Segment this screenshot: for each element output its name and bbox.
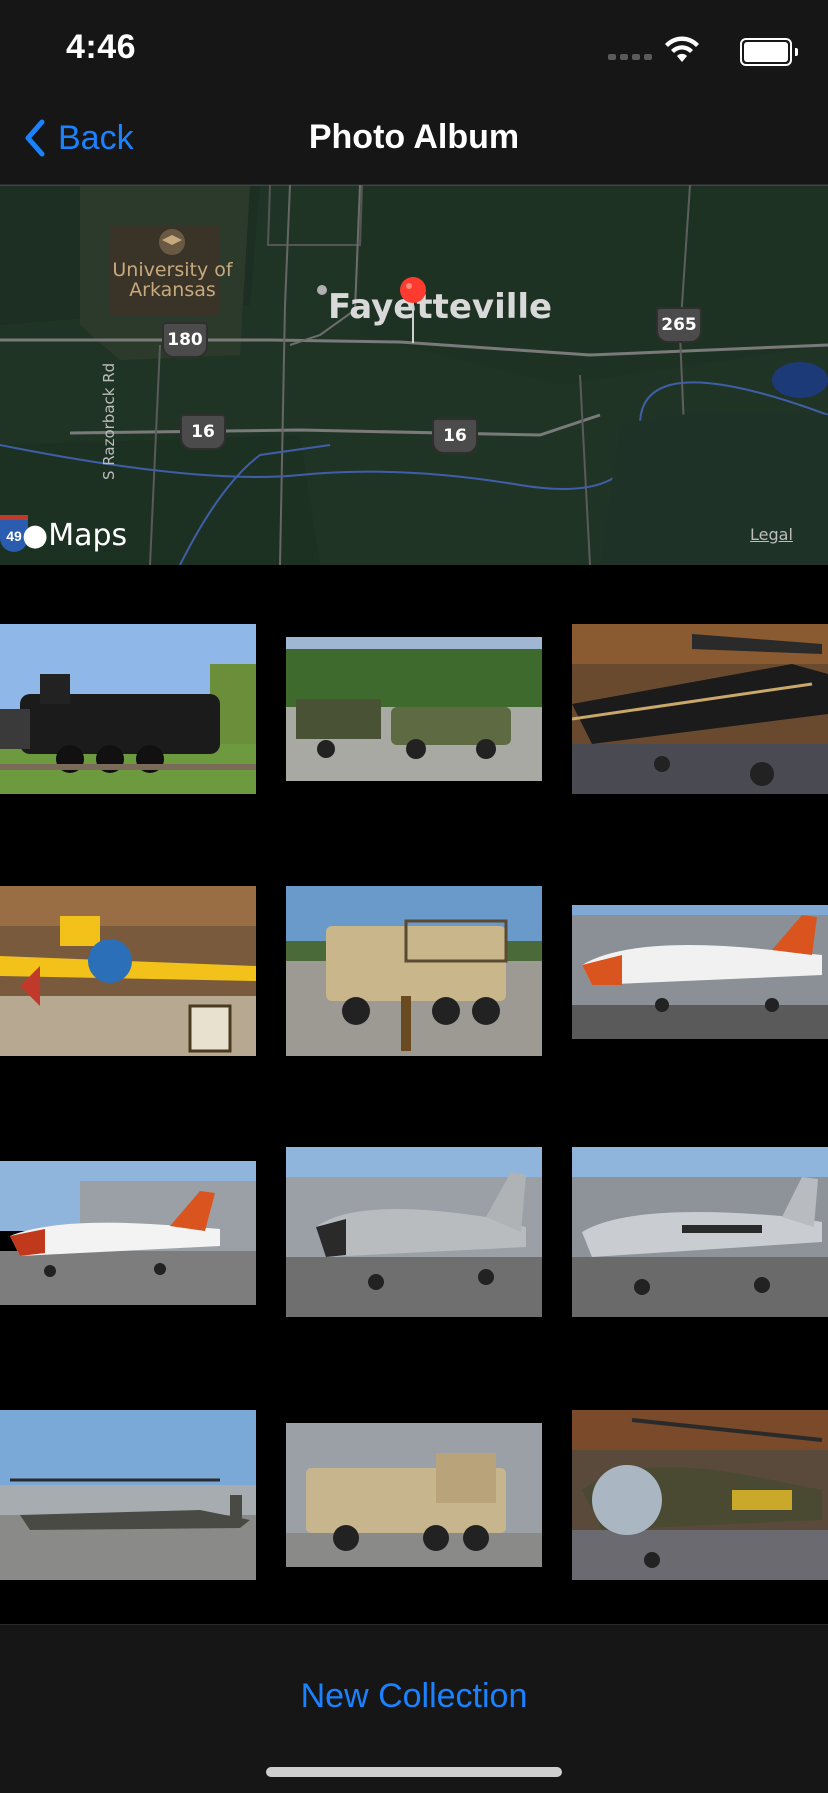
home-indicator [266,1767,562,1777]
status-time: 4:46 [66,28,137,66]
photo-thumbnail [572,1147,828,1317]
photo-thumbnail [0,624,256,794]
photo-thumbnail [0,1410,256,1580]
university-label: University of Arkansas [112,259,233,301]
page-title: Photo Album [308,118,520,156]
photo-cell[interactable] [0,1410,256,1580]
photo-cell[interactable] [572,624,828,794]
battery-level [744,42,788,62]
cellular-signal-icon [608,54,652,60]
photo-cell[interactable] [572,1147,828,1317]
photo-thumbnail [0,1161,256,1305]
apple-logo-icon: ● [22,518,49,553]
map-background [0,185,828,565]
photo-cell[interactable] [0,624,256,794]
photo-cell[interactable] [0,1161,256,1305]
route-shield: 16 [180,414,226,450]
photo-cell[interactable] [286,886,542,1056]
bottom-toolbar: New Collection [0,1624,828,1793]
photo-cell[interactable] [286,637,542,781]
road-label-text: S Razorback Rd [100,362,118,480]
route-shield: 180 [162,322,208,358]
map-view[interactable]: University of Arkansas Fayetteville S Ra… [0,185,828,565]
route-shield: 16 [432,418,478,454]
navigation-bar: Back Photo Album [0,96,828,185]
photo-cell[interactable] [0,886,256,1056]
maps-brand-label: Maps [48,518,128,553]
photo-cell[interactable] [572,905,828,1039]
photo-cell[interactable] [572,1410,828,1580]
map-pin-icon[interactable] [398,275,428,345]
maps-brand: ●Maps [22,518,127,553]
photo-cell[interactable] [286,1147,542,1317]
status-bar: 4:46 [0,0,828,96]
photo-thumbnail [572,905,828,1039]
battery-icon [740,38,798,66]
photo-thumbnail [286,1147,542,1317]
photo-thumbnail [572,1410,828,1580]
wifi-icon [665,36,699,62]
photo-thumbnail [286,1423,542,1567]
city-label: Fayetteville [328,287,553,327]
photo-cell[interactable] [286,1423,542,1567]
status-icons [592,36,798,66]
road-label: S Razorback Rd [100,363,118,480]
legal-link[interactable]: Legal [750,525,793,544]
photo-thumbnail [0,886,256,1056]
photo-grid [0,565,828,1625]
photo-thumbnail [286,886,542,1056]
route-shield: 265 [656,307,702,343]
photo-thumbnail [572,624,828,794]
photo-thumbnail [286,637,542,781]
new-collection-button[interactable]: New Collection [0,1677,828,1716]
